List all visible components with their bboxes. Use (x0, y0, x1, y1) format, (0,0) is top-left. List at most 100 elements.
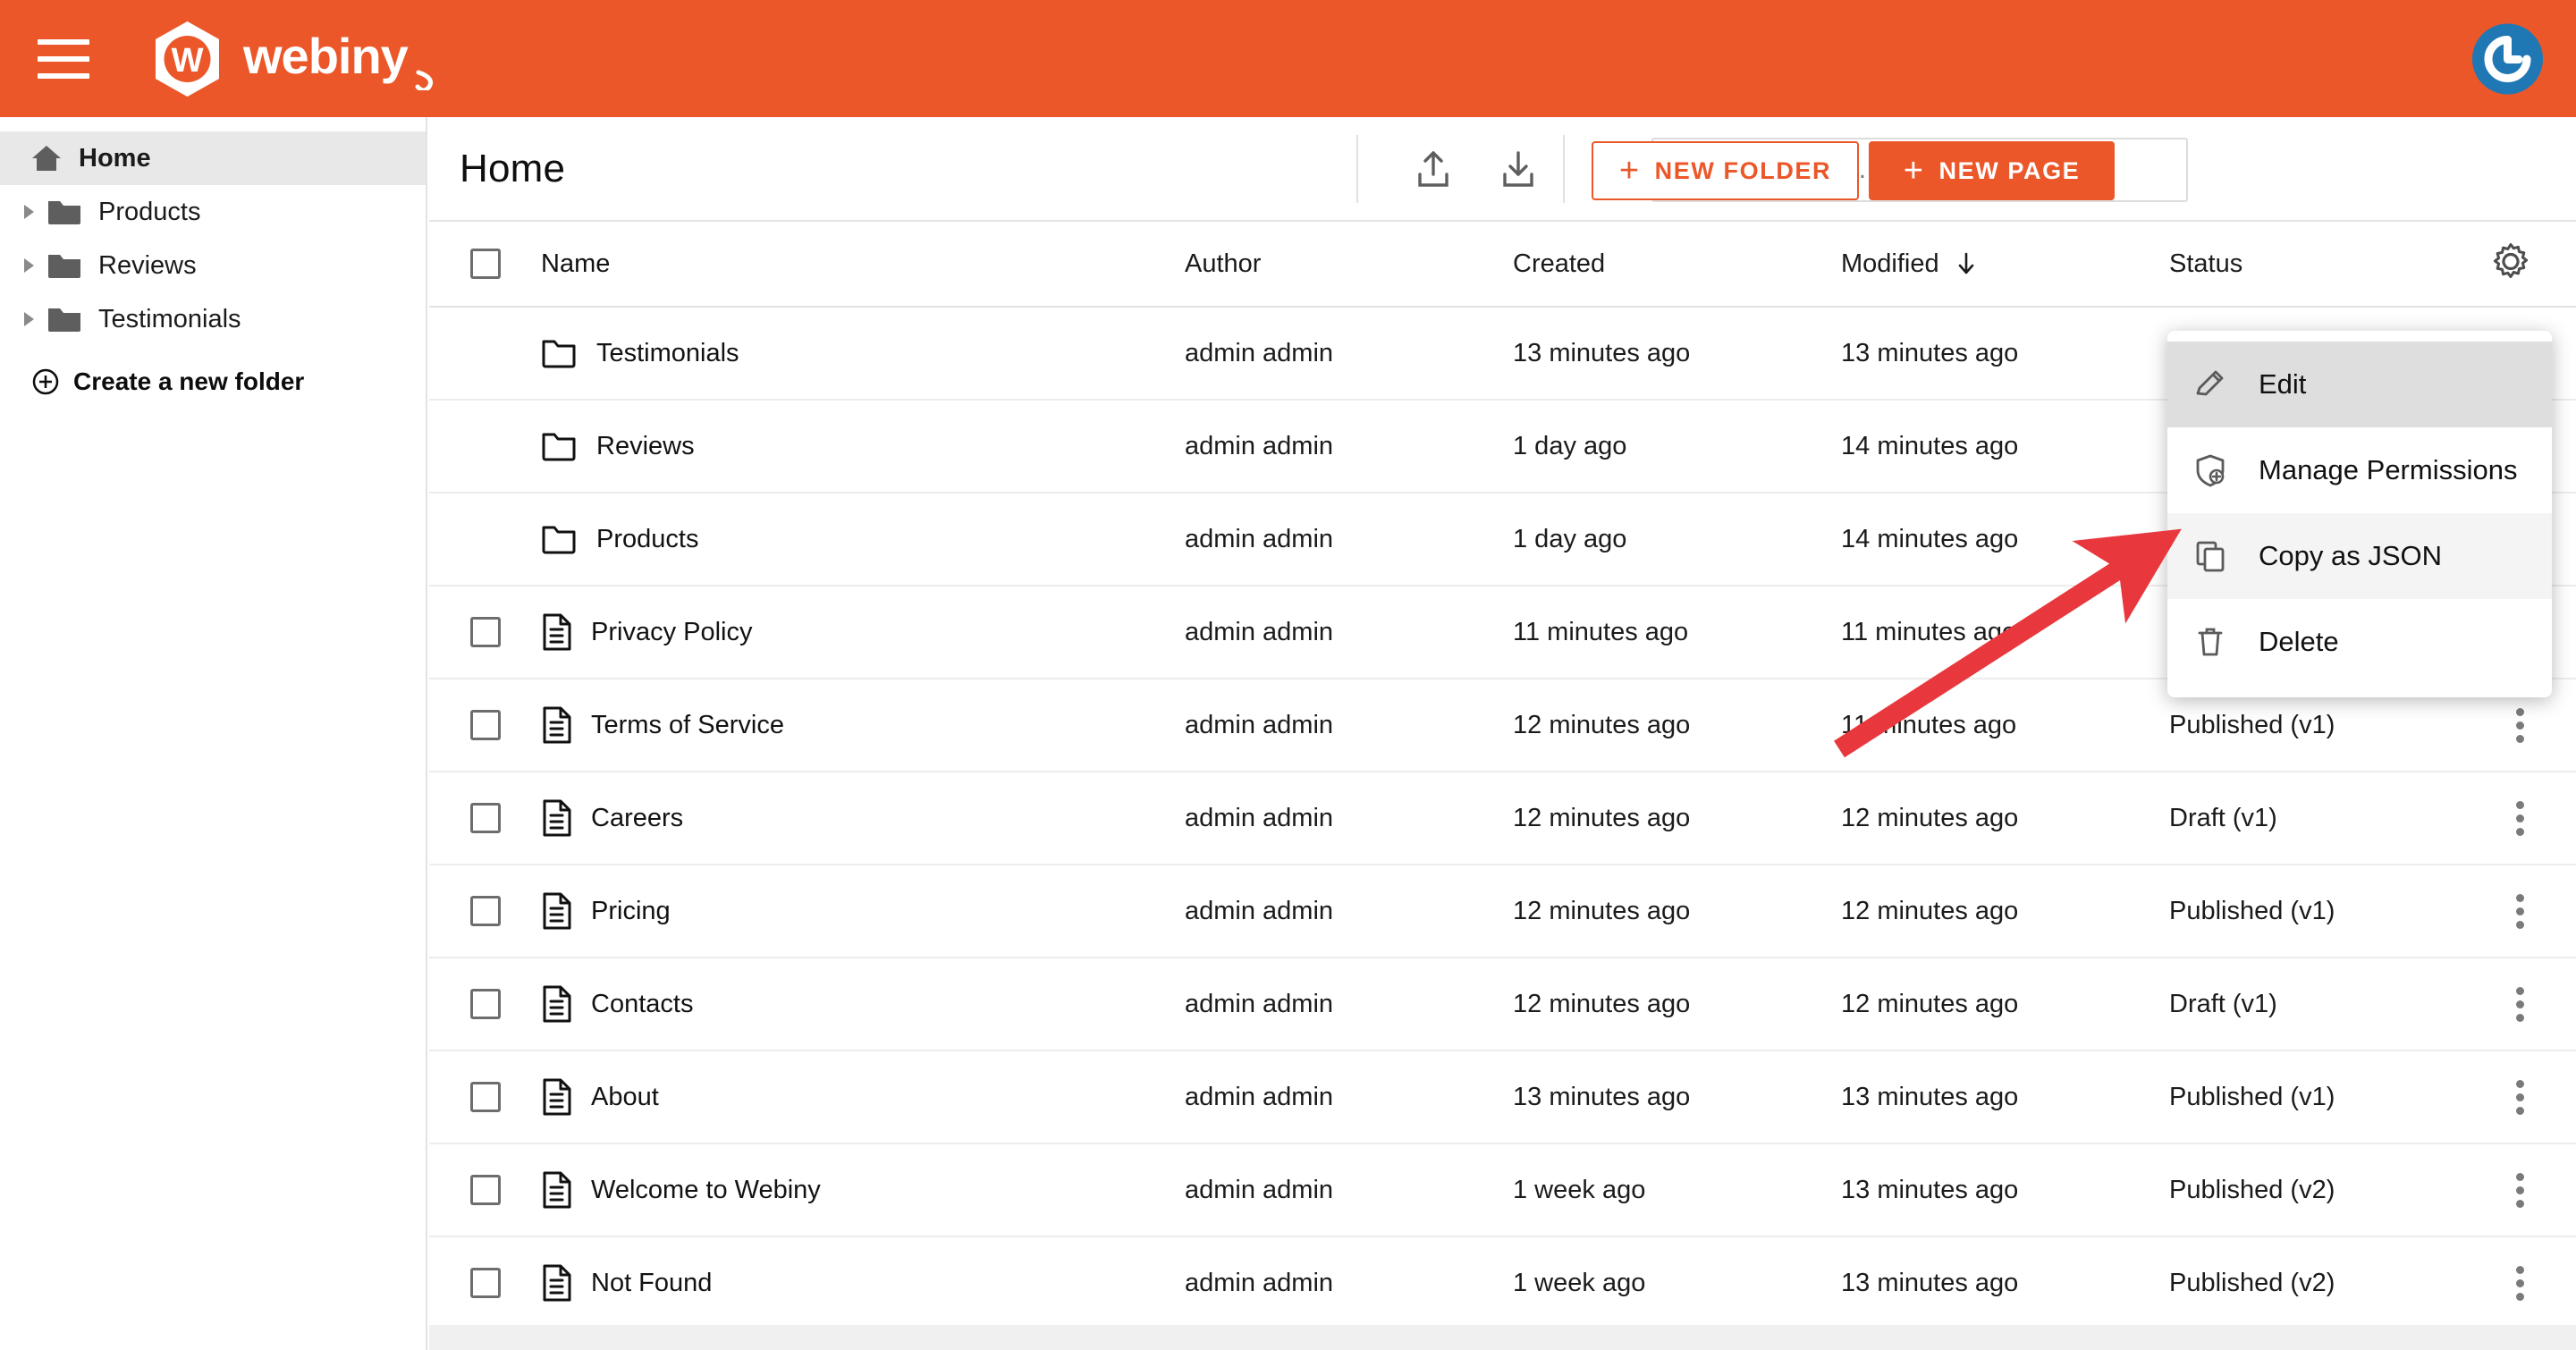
brand-logo[interactable]: W webiny (151, 20, 467, 98)
row-modified: 11 minutes ago (1841, 711, 2169, 740)
row-name-cell[interactable]: Terms of Service (541, 706, 1185, 744)
row-name-cell[interactable]: About (541, 1078, 1185, 1116)
download-button[interactable] (1489, 140, 1548, 199)
column-header-name[interactable]: Name (541, 249, 1185, 279)
row-actions-menu-button[interactable] (2511, 703, 2530, 748)
folder-icon (541, 524, 577, 554)
horizontal-scrollbar-track[interactable] (429, 1325, 2576, 1350)
column-header-created[interactable]: Created (1513, 249, 1841, 279)
document-icon (541, 706, 571, 744)
new-folder-button[interactable]: + NEW FOLDER (1592, 141, 1859, 200)
context-menu-item-manage-permissions[interactable]: Manage Permissions (2167, 427, 2552, 513)
upload-icon (1415, 149, 1452, 190)
row-actions-menu-button[interactable] (2511, 1075, 2530, 1120)
sidebar-item-reviews[interactable]: Reviews (0, 239, 426, 292)
table-row[interactable]: Welcome to Webinyadmin admin1 week ago13… (429, 1144, 2576, 1237)
row-checkbox[interactable] (470, 617, 501, 647)
select-all-checkbox[interactable] (470, 249, 501, 279)
table-settings-button[interactable] (2492, 243, 2530, 285)
sidebar-item-label: Products (98, 198, 200, 227)
row-modified: 12 minutes ago (1841, 804, 2169, 833)
table-row[interactable]: Careersadmin admin12 minutes ago12 minut… (429, 772, 2576, 865)
sidebar-item-home[interactable]: Home (0, 131, 426, 185)
column-header-author[interactable]: Author (1185, 249, 1513, 279)
webiny-hexagon-icon: W (151, 20, 224, 98)
create-new-folder-button[interactable]: Create a new folder (0, 357, 426, 407)
row-menu-cell (2464, 982, 2576, 1027)
row-menu-cell (2464, 1261, 2576, 1306)
row-status: Published (v1) (2169, 1083, 2464, 1112)
row-name: Not Found (591, 1269, 712, 1298)
row-checkbox-cell (429, 617, 541, 647)
row-checkbox-cell (429, 1268, 541, 1298)
row-name-cell[interactable]: Pricing (541, 892, 1185, 930)
row-actions-menu-button[interactable] (2511, 982, 2530, 1027)
row-name-cell[interactable]: Testimonials (541, 338, 1185, 368)
document-icon (541, 1264, 571, 1302)
column-header-status[interactable]: Status (2169, 249, 2464, 279)
row-checkbox[interactable] (470, 803, 501, 833)
avatar[interactable] (2472, 23, 2543, 94)
sidebar-item-testimonials[interactable]: Testimonials (0, 292, 426, 346)
plus-icon: + (1619, 154, 1641, 188)
row-modified: 13 minutes ago (1841, 1176, 2169, 1205)
document-icon (541, 892, 571, 930)
sidebar-item-label: Home (79, 144, 151, 173)
new-page-button[interactable]: + NEW PAGE (1869, 141, 2115, 200)
sidebar-item-products[interactable]: Products (0, 185, 426, 239)
row-status: Draft (v1) (2169, 804, 2464, 833)
row-name-cell[interactable]: Privacy Policy (541, 613, 1185, 651)
row-checkbox[interactable] (470, 710, 501, 740)
sidebar: Home Products Reviews Testimonials Cr (0, 117, 427, 1350)
row-name-cell[interactable]: Welcome to Webiny (541, 1171, 1185, 1209)
table-row[interactable]: Not Foundadmin admin1 week ago13 minutes… (429, 1237, 2576, 1330)
row-status: Published (v2) (2169, 1269, 2464, 1298)
row-actions-menu-button[interactable] (2511, 889, 2530, 934)
row-actions-menu-button[interactable] (2511, 1261, 2530, 1306)
context-menu-label: Manage Permissions (2259, 454, 2517, 486)
row-name-cell[interactable]: Contacts (541, 985, 1185, 1023)
table-row[interactable]: Contactsadmin admin12 minutes ago12 minu… (429, 958, 2576, 1051)
row-name: Welcome to Webiny (591, 1176, 821, 1205)
context-menu-item-delete[interactable]: Delete (2167, 599, 2552, 685)
row-modified: 14 minutes ago (1841, 432, 2169, 461)
row-name: Testimonials (596, 339, 739, 368)
table-row[interactable]: Aboutadmin admin13 minutes ago13 minutes… (429, 1051, 2576, 1144)
shield-plus-icon (2192, 452, 2259, 488)
row-name-cell[interactable]: Careers (541, 799, 1185, 837)
row-created: 1 week ago (1513, 1176, 1841, 1205)
chevron-right-icon[interactable] (20, 256, 39, 275)
row-name-cell[interactable]: Not Found (541, 1264, 1185, 1302)
hamburger-menu-icon[interactable] (38, 39, 89, 79)
row-name-cell[interactable]: Reviews (541, 431, 1185, 461)
row-checkbox[interactable] (470, 1268, 501, 1298)
chevron-right-icon[interactable] (20, 202, 39, 222)
row-name: Terms of Service (591, 711, 784, 740)
gear-icon (2492, 243, 2530, 281)
row-checkbox[interactable] (470, 896, 501, 926)
column-header-modified[interactable]: Modified (1841, 249, 2169, 279)
user-avatar-icon (2472, 23, 2543, 94)
row-checkbox[interactable] (470, 989, 501, 1019)
row-modified: 14 minutes ago (1841, 525, 2169, 554)
upload-button[interactable] (1404, 140, 1463, 199)
row-actions-menu-button[interactable] (2511, 796, 2530, 841)
context-menu-item-copy-as-json[interactable]: Copy as JSON (2167, 513, 2552, 599)
row-checkbox[interactable] (470, 1082, 501, 1112)
column-header-modified-label: Modified (1841, 249, 1939, 278)
row-author: admin admin (1185, 1083, 1513, 1112)
svg-text:W: W (172, 42, 204, 80)
chevron-right-icon[interactable] (20, 309, 39, 329)
table-row[interactable]: Pricingadmin admin12 minutes ago12 minut… (429, 865, 2576, 958)
context-menu-item-edit[interactable]: Edit (2167, 342, 2552, 427)
pencil-icon (2192, 367, 2259, 402)
row-checkbox-cell (429, 710, 541, 740)
row-actions-menu-button[interactable] (2511, 1168, 2530, 1213)
row-name-cell[interactable]: Products (541, 524, 1185, 554)
create-folder-label: Create a new folder (73, 367, 304, 396)
row-checkbox[interactable] (470, 1175, 501, 1205)
toolbar-divider-right (1563, 135, 1565, 203)
row-modified: 13 minutes ago (1841, 339, 2169, 368)
row-name: Pricing (591, 897, 671, 926)
document-icon (541, 985, 571, 1023)
